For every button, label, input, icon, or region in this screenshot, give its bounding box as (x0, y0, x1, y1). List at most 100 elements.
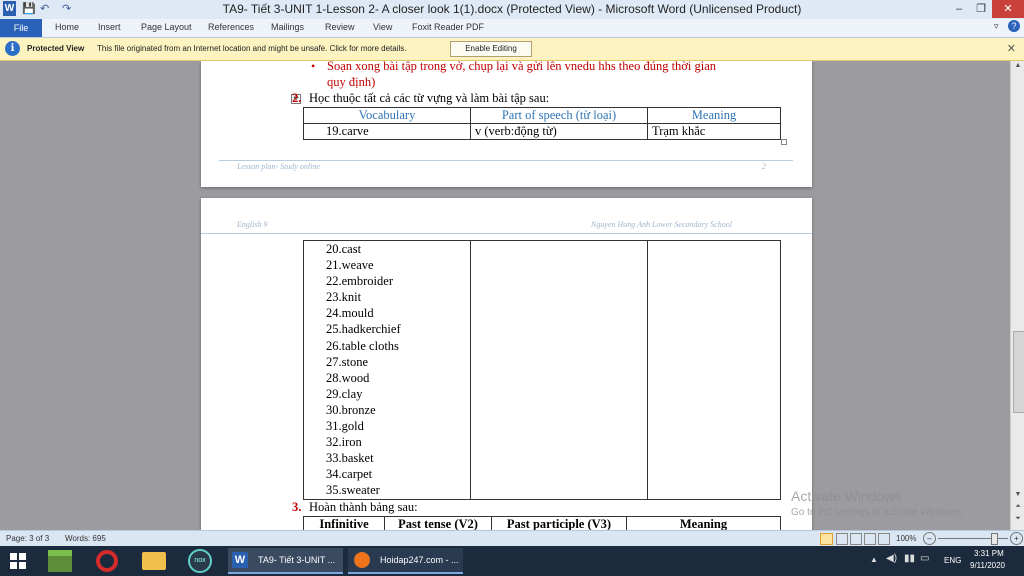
protected-view-label: Protected View (27, 44, 85, 53)
vocabulary-list: 20.cast 21.weave 22.embroider 23.knit 24.mou… (304, 241, 470, 499)
tab-review[interactable]: Review (325, 22, 355, 32)
word-count[interactable]: Words: 695 (65, 534, 106, 543)
verb-header-meaning: Meaning (626, 516, 781, 530)
tab-page-layout[interactable]: Page Layout (141, 22, 192, 32)
scroll-down-icon[interactable]: ▼ (1011, 491, 1024, 503)
zoom-in-button[interactable]: + (1010, 532, 1023, 545)
vocab-item: 35.sweater (326, 483, 380, 498)
taskbar-word-window[interactable]: W TA9- Tiết 3-UNIT ... (228, 548, 343, 574)
footer-left: Lesson plan- Study online (237, 162, 320, 171)
minecraft-icon[interactable] (48, 550, 72, 572)
battery-icon[interactable]: ▭ (920, 553, 929, 564)
minimize-button[interactable]: – (948, 0, 970, 18)
vocabulary-table: Vocabulary Part of speech (từ loại) Mean… (303, 107, 781, 140)
bullet-text-line-1: Soạn xong bài tập trong vở, chụp lại và … (327, 61, 717, 73)
zoom-out-button[interactable]: – (923, 532, 936, 545)
table-cell-meaning: Trạm khắc (647, 123, 781, 140)
draft-icon[interactable] (878, 533, 890, 545)
scroll-up-icon[interactable]: ▲ (1011, 62, 1024, 74)
tab-file[interactable]: File (0, 19, 42, 37)
web-layout-icon[interactable] (850, 533, 862, 545)
ribbon-expand-icon[interactable]: ▿ (994, 21, 999, 32)
info-icon: i (5, 41, 20, 56)
bullet-icon: • (311, 61, 316, 73)
taskbar-firefox-window[interactable]: Hoidap247.com - ... (348, 548, 463, 574)
language-indicator[interactable]: ENG (944, 556, 961, 565)
verb-table: Infinitive Past tense (V2) Past particip… (303, 516, 781, 530)
table-resize-handle[interactable] (781, 139, 787, 145)
file-explorer-icon[interactable] (142, 552, 166, 570)
help-icon[interactable]: ? (1008, 20, 1020, 32)
word-icon: W (232, 552, 248, 568)
vocab-item: 33.basket (326, 451, 374, 466)
network-icon[interactable]: ▮▮ (904, 553, 915, 564)
activate-windows-watermark: Activate Windows (791, 488, 902, 504)
tab-references[interactable]: References (208, 22, 254, 32)
footer-page-number: 2 (762, 162, 766, 171)
taskbar-word-label: TA9- Tiết 3-UNIT ... (258, 555, 336, 565)
header-left: English 9 (237, 220, 268, 229)
vocab-item: 28.wood (326, 370, 370, 385)
meaning-column (647, 240, 781, 500)
vocab-item: 21.weave (326, 258, 374, 273)
table-cell-part-of-speech: v (verb:động từ) (470, 123, 648, 140)
bullet-text-line-2: quy định) (327, 75, 376, 89)
verb-header-infinitive: Infinitive (303, 516, 385, 530)
next-page-icon[interactable]: ⏷ (1011, 515, 1024, 527)
close-icon[interactable]: ✕ (1007, 42, 1016, 55)
tab-foxit-reader-pdf[interactable]: Foxit Reader PDF (412, 22, 484, 32)
item3-number: 3. (292, 500, 302, 514)
header-right: Nguyen Hong Anh Lower Secondary School (591, 220, 732, 229)
outline-icon[interactable] (864, 533, 876, 545)
vocab-item: 22.embroider (326, 274, 393, 289)
vocab-item: 25.hadkerchief (326, 322, 401, 337)
enable-editing-button[interactable]: Enable Editing (450, 41, 532, 57)
vocabulary-column: 20.cast 21.weave 22.embroider 23.knit 24.mou… (303, 240, 471, 500)
tab-view[interactable]: View (373, 22, 392, 32)
ribbon-tabs: File Home Insert Page Layout References … (0, 19, 1024, 38)
taskbar-firefox-label: Hoidap247.com - ... (380, 555, 459, 565)
windows-start-icon[interactable] (10, 553, 26, 569)
zoom-slider-thumb[interactable] (991, 533, 998, 545)
show-hidden-icons[interactable]: ▲ (870, 555, 878, 564)
full-screen-reading-icon[interactable] (836, 533, 848, 545)
clock-date[interactable]: 9/11/2020 (970, 561, 1005, 570)
tab-home[interactable]: Home (55, 22, 79, 32)
taskbar: nox W TA9- Tiết 3-UNIT ... Hoidap247.com… (0, 546, 1024, 576)
vocab-item: 23.knit (326, 290, 362, 305)
zoom-level[interactable]: 100% (896, 534, 916, 543)
prev-page-icon[interactable]: ⏶ (1011, 503, 1024, 515)
window-title: TA9- Tiết 3-UNIT 1-Lesson 2- A closer lo… (222, 2, 802, 16)
vocab-item: 24.mould (326, 306, 374, 321)
nox-icon[interactable]: nox (188, 549, 212, 573)
activate-windows-subtext: Go to PC settings to activate Windows. (791, 507, 964, 518)
vocabulary-table-continued: 20.cast 21.weave 22.embroider 23.knit 24.mou… (303, 240, 781, 500)
part-of-speech-column (470, 240, 648, 500)
tab-mailings[interactable]: Mailings (271, 22, 304, 32)
vocab-item: 34.carpet (326, 467, 373, 482)
volume-icon[interactable]: ◀) (886, 553, 897, 564)
tab-insert[interactable]: Insert (98, 22, 121, 32)
page-count[interactable]: Page: 3 of 3 (6, 534, 49, 543)
scroll-thumb[interactable] (1013, 331, 1024, 413)
clock-time[interactable]: 3:31 PM (974, 549, 1004, 558)
page-2-bottom: • Soạn xong bài tập trong vở, chụp lại v… (201, 61, 812, 187)
vocab-item: 27.stone (326, 354, 369, 369)
protected-view-message[interactable]: This file originated from an Internet lo… (97, 44, 407, 53)
restore-button[interactable]: ❐ (970, 0, 992, 18)
close-button[interactable]: ✕ (992, 0, 1024, 18)
status-bar: Page: 3 of 3 Words: 695 100% – + (0, 530, 1024, 547)
item-text: Học thuộc tất cả các từ vựng và làm bài … (309, 91, 550, 105)
print-layout-icon[interactable] (820, 533, 833, 545)
table-header-vocabulary: Vocabulary (303, 107, 471, 124)
verb-header-past-tense: Past tense (V2) (384, 516, 492, 530)
page-3: English 9 Nguyen Hong Anh Lower Secondar… (201, 198, 812, 530)
table-header-part-of-speech: Part of speech (từ loại) (470, 107, 648, 124)
verb-header-past-participle: Past participle (V3) (491, 516, 627, 530)
document-area[interactable]: • Soạn xong bài tập trong vở, chụp lại v… (0, 61, 1010, 530)
header-line (201, 233, 812, 234)
table-header-meaning: Meaning (647, 107, 781, 124)
opera-icon[interactable] (96, 550, 118, 572)
footer-line (219, 160, 793, 161)
vertical-scrollbar[interactable]: ▲ ▼ ⏶ ⏷ (1010, 61, 1024, 530)
